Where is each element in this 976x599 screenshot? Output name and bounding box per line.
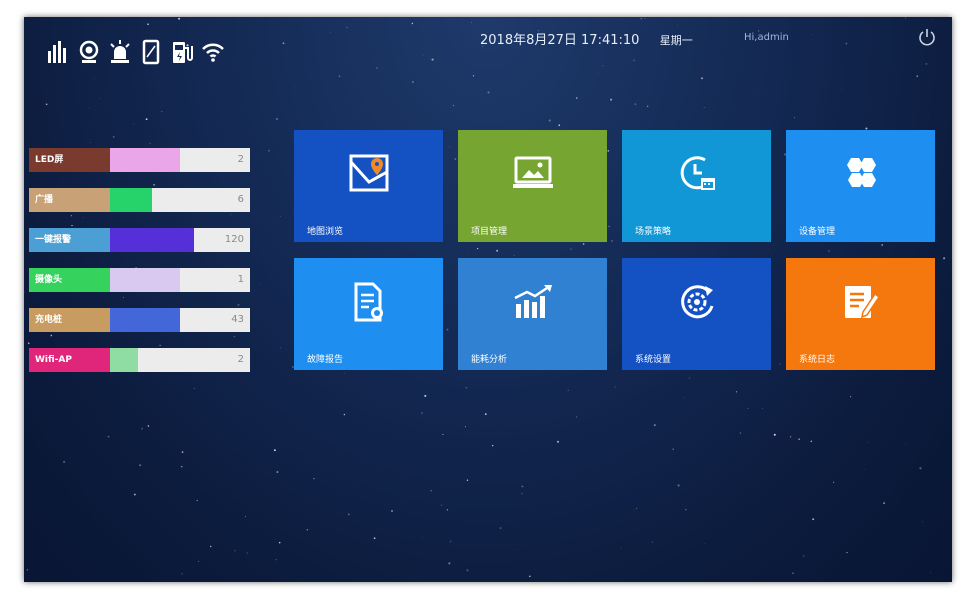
stat-label: 一键报警: [29, 228, 110, 252]
stat-fill-bar: [110, 268, 180, 292]
phone-icon[interactable]: [139, 39, 163, 65]
stat-value: 2: [237, 154, 244, 165]
datetime-text: 2018年8月27日 17:41:10: [480, 33, 640, 48]
alarm-light-icon[interactable]: [108, 39, 132, 65]
stat-row-led[interactable]: LED屏 2: [29, 148, 250, 172]
tile-label: 故障报告: [307, 355, 344, 365]
stat-value: 1: [237, 274, 244, 285]
tile-energy-analysis[interactable]: 能耗分析: [458, 258, 607, 370]
stat-fill-bar: [110, 228, 194, 252]
stat-value: 43: [231, 314, 244, 325]
tile-label: 地图浏览: [307, 227, 344, 237]
wifi-icon[interactable]: [201, 39, 225, 65]
bar-chart-icon: [511, 280, 555, 324]
stat-row-camera[interactable]: 摄像头 1: [29, 268, 250, 292]
tile-label: 项目管理: [471, 227, 508, 237]
tile-map-browse[interactable]: 地图浏览: [294, 130, 443, 242]
power-icon[interactable]: [917, 27, 937, 47]
stat-row-charger[interactable]: 充电桩 43: [29, 308, 250, 332]
hexagons-icon: [839, 152, 883, 196]
tile-system-settings[interactable]: 系统设置: [622, 258, 771, 370]
tile-scene-strategy[interactable]: 场景策略: [622, 130, 771, 242]
camera-icon[interactable]: [77, 39, 101, 65]
tile-label: 系统日志: [799, 355, 836, 365]
app-screen: 2018年8月27日 17:41:10 星期一 Hi,admin LED屏 2 …: [24, 17, 952, 582]
stat-label: Wifi-AP: [29, 348, 110, 372]
charger-icon[interactable]: [170, 39, 194, 65]
tile-fault-report[interactable]: 故障报告: [294, 258, 443, 370]
document-search-icon: [347, 280, 391, 324]
stat-label: 广播: [29, 188, 110, 212]
stat-row-alarm[interactable]: 一键报警 120: [29, 228, 250, 252]
log-edit-icon: [839, 280, 883, 324]
gear-refresh-icon: [675, 280, 719, 324]
tile-label: 能耗分析: [471, 355, 508, 365]
stat-row-broadcast[interactable]: 广播 6: [29, 188, 250, 212]
datetime-display: 2018年8月27日 17:41:10 星期一: [480, 29, 693, 48]
signal-bars-icon[interactable]: [46, 39, 70, 65]
tile-project-management[interactable]: 项目管理: [458, 130, 607, 242]
stat-row-wifi-ap[interactable]: Wifi-AP 2: [29, 348, 250, 372]
stat-label: 摄像头: [29, 268, 110, 292]
stat-value: 120: [224, 234, 244, 245]
user-greeting[interactable]: Hi,admin: [744, 32, 789, 43]
tile-label: 场景策略: [635, 227, 672, 237]
stat-label: LED屏: [29, 148, 110, 172]
tile-label: 设备管理: [799, 227, 836, 237]
stat-value: 2: [237, 354, 244, 365]
stat-fill-bar: [110, 308, 180, 332]
stat-fill-bar: [110, 348, 138, 372]
monitor-image-icon: [511, 152, 555, 196]
map-icon: [347, 152, 391, 196]
stat-value: 6: [237, 194, 244, 205]
clock-calendar-icon: [675, 152, 719, 196]
tile-device-management[interactable]: 设备管理: [786, 130, 935, 242]
weekday-text: 星期一: [659, 34, 693, 47]
stat-label: 充电桩: [29, 308, 110, 332]
stat-fill-bar: [110, 148, 180, 172]
tile-system-log[interactable]: 系统日志: [786, 258, 935, 370]
stat-fill-bar: [110, 188, 152, 212]
tile-label: 系统设置: [635, 355, 672, 365]
